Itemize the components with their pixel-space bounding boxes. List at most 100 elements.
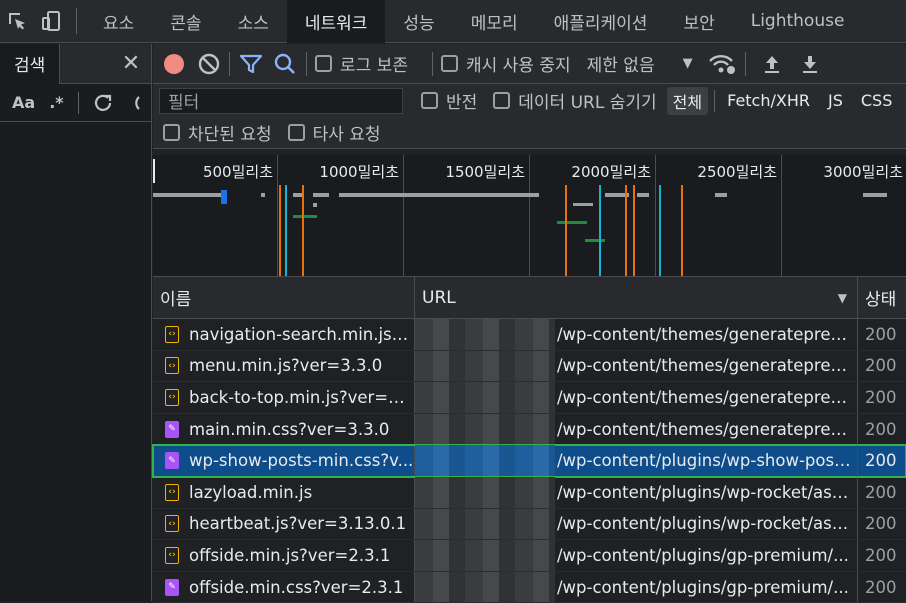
redacted-domain (415, 571, 555, 603)
cell-status: 200 (865, 482, 897, 502)
disable-cache-checkbox[interactable]: 캐시 사용 중지 (440, 51, 571, 76)
script-file-icon: ‹› (165, 325, 179, 343)
refresh-icon[interactable] (93, 93, 113, 113)
cell-status: 200 (865, 387, 897, 407)
redacted-domain (415, 540, 555, 571)
blocked-requests-checkbox[interactable]: 차단된 요청 (163, 120, 272, 145)
close-icon[interactable]: ✕ (111, 51, 151, 76)
filter-type-css[interactable]: CSS (855, 89, 898, 112)
filter-type-all[interactable]: 전체 (666, 86, 709, 115)
table-row[interactable]: ‹› back-to-top.min.js?ver=3.... /wp-conten… (153, 382, 906, 414)
stylesheet-file-icon: ✎ (165, 578, 179, 596)
request-url-path: /wp-content/themes/generatepress... (557, 324, 855, 344)
tab-security[interactable]: 보안 (665, 0, 732, 43)
toolbar-divider (76, 8, 77, 34)
stylesheet-file-icon: ✎ (165, 420, 179, 438)
redacted-domain (415, 413, 555, 445)
script-file-icon: ‹› (165, 483, 179, 501)
sort-desc-icon: ▼ (837, 290, 847, 305)
disable-cache-label: 캐시 사용 중지 (465, 56, 571, 76)
request-name: main.min.css?ver=3.3.0 (189, 419, 390, 439)
url-header-label: URL (422, 287, 456, 308)
filter-icon[interactable] (238, 52, 264, 76)
cell-status: 200 (865, 451, 897, 471)
cell-status: 200 (865, 514, 897, 534)
tab-application[interactable]: 애플리케이션 (536, 0, 666, 43)
device-toolbar-icon[interactable] (34, 0, 68, 43)
devtools-tabbar: 요소 콘솔 소스 네트워크 성능 메모리 애플리케이션 보안 Lighthous… (0, 0, 906, 43)
tab-network[interactable]: 네트워크 (286, 0, 386, 43)
preserve-log-checkbox[interactable]: 로그 보존 (315, 51, 408, 76)
network-toolbar: 로그 보존 캐시 사용 중지 제한 없음 ▼ (153, 44, 906, 84)
stylesheet-file-icon: ✎ (165, 452, 179, 470)
tab-elements[interactable]: 요소 (85, 0, 152, 43)
filter-input[interactable]: 필터 (159, 87, 403, 114)
table-row[interactable]: ✎ wp-show-posts-min.css?v... /wp-content/p… (152, 444, 906, 478)
request-name: offside.min.css?ver=2.3.1 (189, 577, 404, 597)
table-row[interactable]: ✎ main.min.css?ver=3.3.0/wp-content/theme… (153, 413, 906, 446)
network-panel: 로그 보존 캐시 사용 중지 제한 없음 ▼ 필터 반전 데이터 URL 숨기기 … (152, 44, 906, 603)
match-case-button[interactable]: Aa (12, 93, 35, 112)
request-url-path: /wp-content/plugins/wp-rocket/ass... (557, 514, 855, 534)
inspect-element-icon[interactable] (0, 0, 34, 43)
table-header: 이름 URL ▼ 상태 (153, 277, 906, 319)
hide-data-url-checkbox[interactable]: 데이터 URL 숨기기 (493, 88, 657, 113)
tab-performance[interactable]: 성능 (385, 0, 452, 43)
column-header-status[interactable]: 상태 (858, 277, 906, 318)
preserve-log-label: 로그 보존 (340, 56, 408, 76)
record-icon[interactable] (161, 51, 187, 77)
table-row[interactable]: ‹› lazyload.min.js/wp-content/plugins/wp-… (153, 476, 906, 509)
cell-url: /wp-content/plugins/wp-show-post... (415, 445, 858, 476)
redacted-domain (415, 382, 555, 413)
tab-lighthouse[interactable]: Lighthouse (733, 0, 863, 43)
checkbox-box (493, 92, 511, 109)
cell-name: ‹› back-to-top.min.js?ver=3.... (153, 382, 415, 413)
checkbox-box (440, 55, 458, 72)
clear-icon[interactable] (197, 52, 221, 76)
network-overview-timeline[interactable]: 500밀리초 1000밀리초 1500밀리초 2000밀리초 2500밀리초 3… (153, 155, 906, 277)
tab-console[interactable]: 콘솔 (152, 0, 219, 43)
column-header-name[interactable]: 이름 (153, 277, 415, 318)
request-name: offside.min.js?ver=2.3.1 (189, 545, 391, 565)
cell-url: /wp-content/themes/generatepress... (415, 319, 858, 350)
regex-button[interactable]: .* (49, 93, 63, 112)
cell-status: 200 (865, 324, 897, 344)
cell-url: /wp-content/themes/generatepress... (415, 350, 858, 382)
hide-data-url-label: 데이터 URL 숨기기 (518, 93, 657, 113)
request-name: back-to-top.min.js?ver=3.... (189, 387, 414, 407)
export-har-icon[interactable] (798, 52, 822, 76)
checkbox-box (163, 124, 180, 141)
cell-name: ✎ wp-show-posts-min.css?v... (153, 445, 415, 476)
invert-checkbox[interactable]: 반전 (421, 88, 477, 113)
column-header-url[interactable]: URL ▼ (415, 277, 858, 318)
table-row[interactable]: ‹› menu.min.js?ver=3.3.0/wp-content/theme… (153, 350, 906, 383)
cell-url: /wp-content/plugins/gp-premium/... (415, 571, 858, 603)
script-file-icon: ‹› (165, 388, 179, 406)
cell-name: ‹› offside.min.js?ver=2.3.1 (153, 540, 415, 571)
request-url-path: /wp-content/plugins/gp-premium/... (557, 577, 849, 597)
tab-sources[interactable]: 소스 (220, 0, 287, 43)
cell-url: /wp-content/plugins/wp-rocket/ass... (415, 476, 858, 508)
invert-label: 반전 (446, 93, 478, 113)
search-icon[interactable] (272, 52, 298, 76)
network-conditions-icon[interactable] (707, 52, 737, 76)
filter-type-js[interactable]: JS (822, 89, 849, 112)
clear-search-icon[interactable] (127, 93, 141, 113)
table-row[interactable]: ✎ offside.min.css?ver=2.3.1/wp-content/pl… (153, 571, 906, 603)
table-row[interactable]: ‹› navigation-search.min.js?... /wp-conten… (153, 319, 906, 351)
toolbar-divider (306, 51, 307, 76)
redacted-domain (415, 445, 555, 476)
request-url-path: /wp-content/plugins/gp-premium/... (557, 545, 849, 565)
script-file-icon: ‹› (165, 546, 179, 564)
request-url-path: /wp-content/themes/generatepress... (557, 419, 855, 439)
table-row[interactable]: ‹› offside.min.js?ver=2.3.1/wp-content/pl… (153, 540, 906, 572)
filter-type-fetch-xhr[interactable]: Fetch/XHR (721, 89, 816, 112)
tab-memory[interactable]: 메모리 (453, 0, 536, 43)
table-row[interactable]: ‹› heartbeat.js?ver=3.13.0.1/wp-content/p… (153, 508, 906, 541)
third-party-checkbox[interactable]: 타사 요청 (287, 120, 381, 145)
request-url-path: /wp-content/themes/generatepress... (557, 356, 855, 376)
import-har-icon[interactable] (760, 52, 784, 76)
script-file-icon: ‹› (165, 515, 179, 533)
throttle-select[interactable]: 제한 없음 ▼ (587, 51, 693, 76)
cell-url: /wp-content/themes/generatepress... (415, 382, 858, 413)
